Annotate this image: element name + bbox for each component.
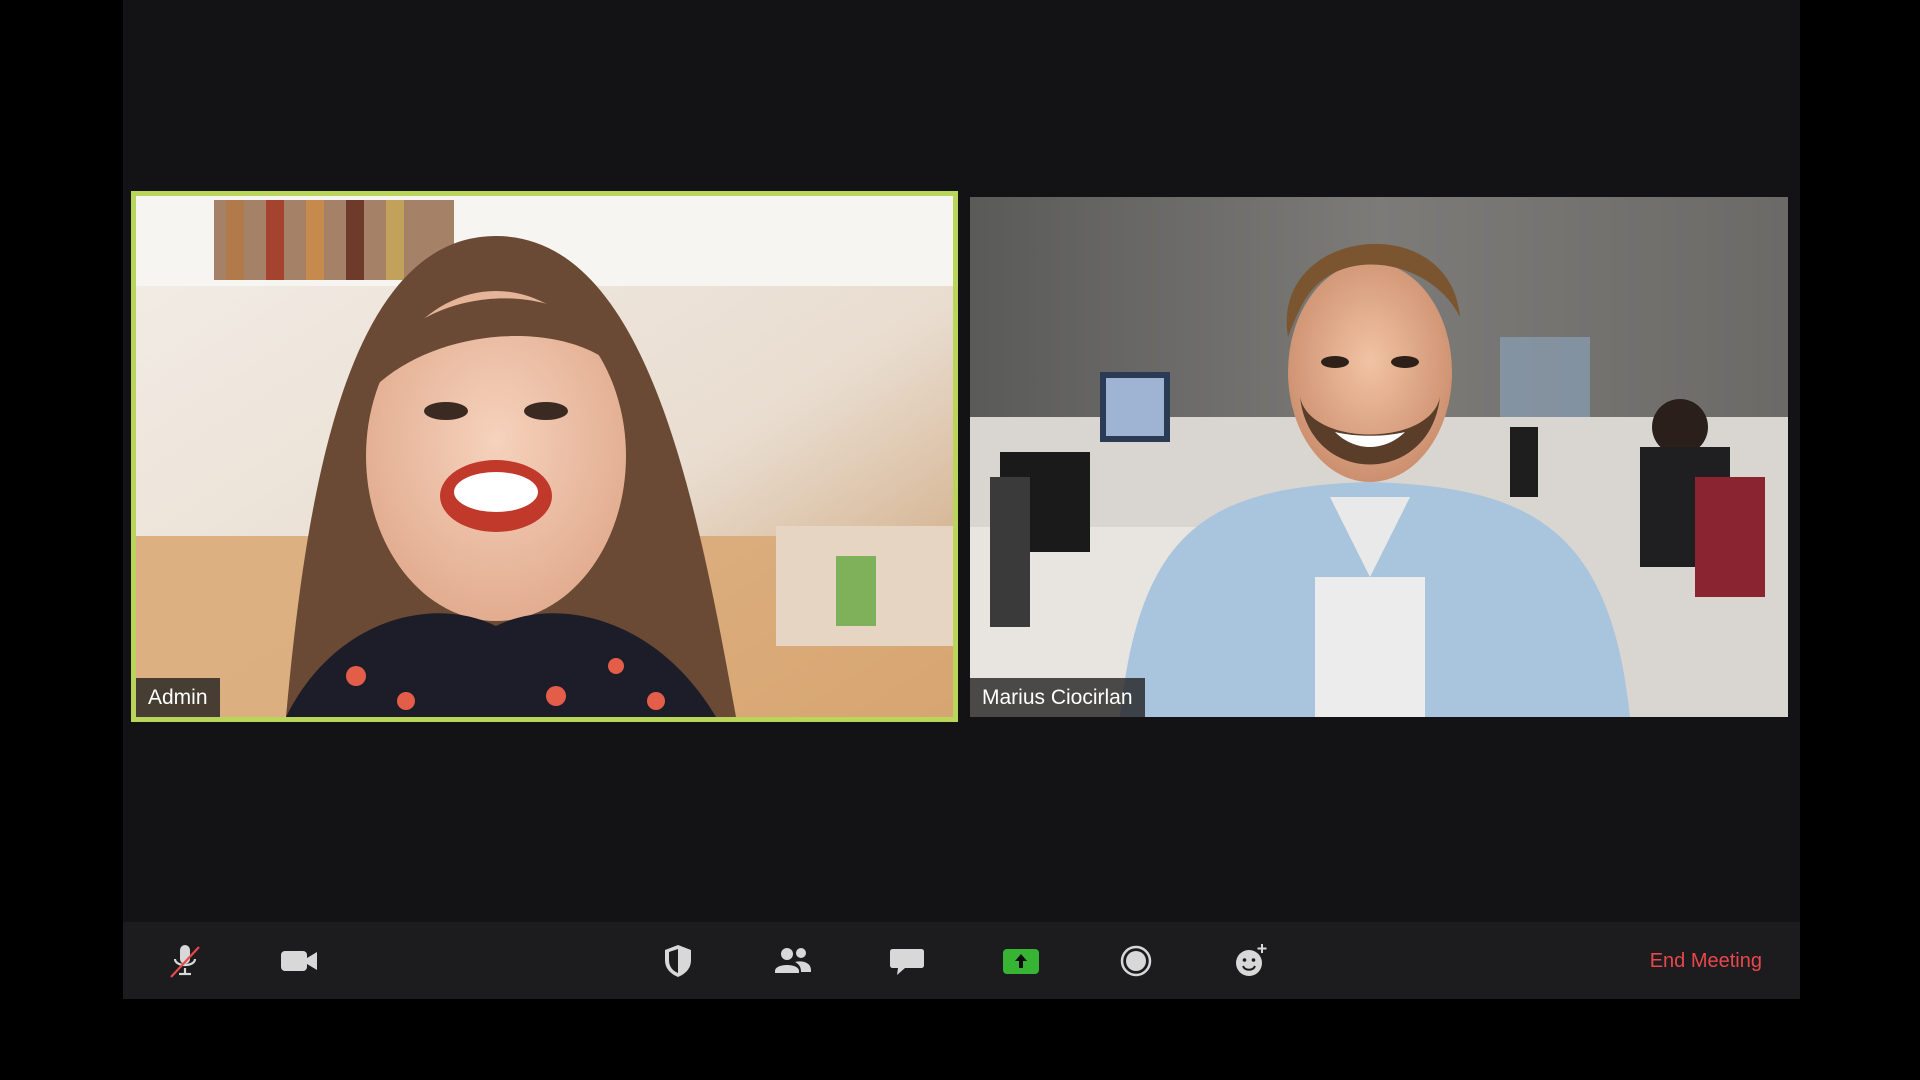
chat-bubble-icon [890,949,924,975]
shield-icon [665,945,691,977]
record-button[interactable] [1113,939,1159,983]
meeting-toolbar: End Meeting [123,922,1800,999]
participant-video-admin [136,196,953,717]
record-icon [1120,945,1152,977]
share-screen-icon [1003,949,1039,974]
security-button[interactable] [655,939,701,983]
mute-button[interactable] [162,939,208,983]
share-screen-button[interactable] [998,939,1044,983]
end-meeting-button[interactable]: End Meeting [1650,947,1762,975]
chat-button[interactable] [884,939,930,983]
reaction-emoji-icon [1236,944,1267,976]
participant-name-label: Marius Ciocirlan [970,678,1145,717]
reactions-button[interactable] [1228,939,1274,983]
participants-button[interactable] [770,939,816,983]
participant-video-marius-ciocirlan [970,197,1788,717]
video-tile-marius-ciocirlan[interactable]: Marius Ciocirlan [970,197,1788,717]
video-camera-icon [281,951,317,971]
participants-icon [775,948,811,973]
microphone-muted-icon [170,945,200,978]
participant-name-label: Admin [136,678,220,717]
meeting-window: Admin Marius Ciocirlan End Meeting [123,0,1800,999]
video-tile-admin[interactable]: Admin [131,191,958,722]
video-button[interactable] [276,939,322,983]
